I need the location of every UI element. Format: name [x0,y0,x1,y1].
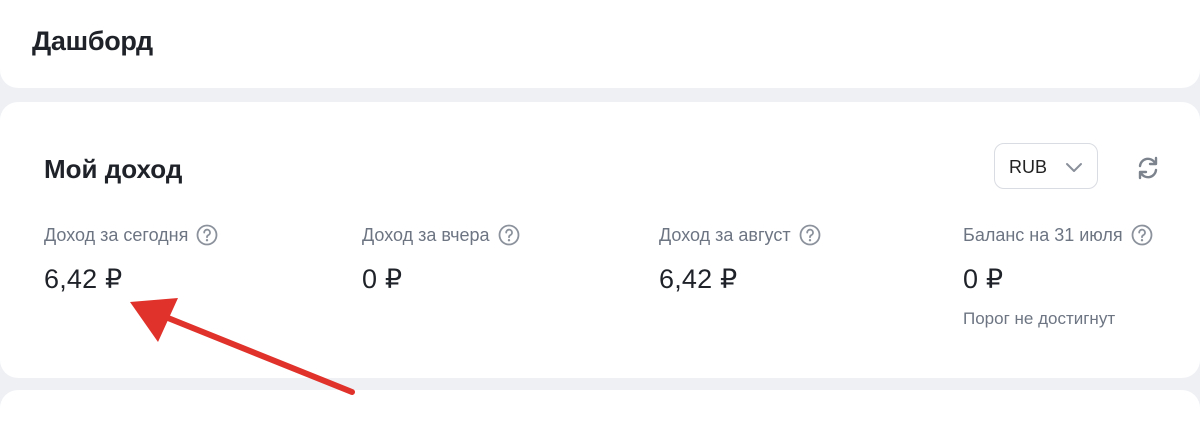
metric-label: Баланс на 31 июля [963,224,1123,245]
metric-month: Доход за август 6,42 ₽ [659,224,821,295]
help-icon[interactable] [196,224,218,246]
metric-today: Доход за сегодня 6,42 ₽ [44,224,218,295]
metric-value: 6,42 ₽ [44,264,123,294]
currency-select[interactable]: RUB [994,143,1098,189]
refresh-icon[interactable] [1134,154,1162,182]
metric-value: 6,42 ₽ [659,264,738,294]
metric-value: 0 ₽ [963,264,1004,294]
income-card: Мой доход RUB Доход за сегодня 6,42 ₽ До… [0,102,1200,378]
page-title: Дашборд [32,26,153,56]
metric-yesterday: Доход за вчера 0 ₽ [362,224,520,295]
header-card: Дашборд [0,0,1200,88]
currency-value: RUB [1009,157,1048,177]
metric-balance: Баланс на 31 июля 0 ₽ Порог не достигнут [963,224,1153,329]
help-icon[interactable] [498,224,520,246]
metric-note: Порог не достигнут [963,309,1116,328]
chevron-down-icon [1066,163,1082,172]
metric-value: 0 ₽ [362,264,403,294]
next-card [0,390,1200,430]
income-title: Мой доход [44,154,183,184]
metric-label: Доход за сегодня [44,224,189,245]
metric-label: Доход за август [659,224,791,245]
help-icon[interactable] [1131,224,1153,246]
help-icon[interactable] [799,224,821,246]
metric-label: Доход за вчера [362,224,490,245]
